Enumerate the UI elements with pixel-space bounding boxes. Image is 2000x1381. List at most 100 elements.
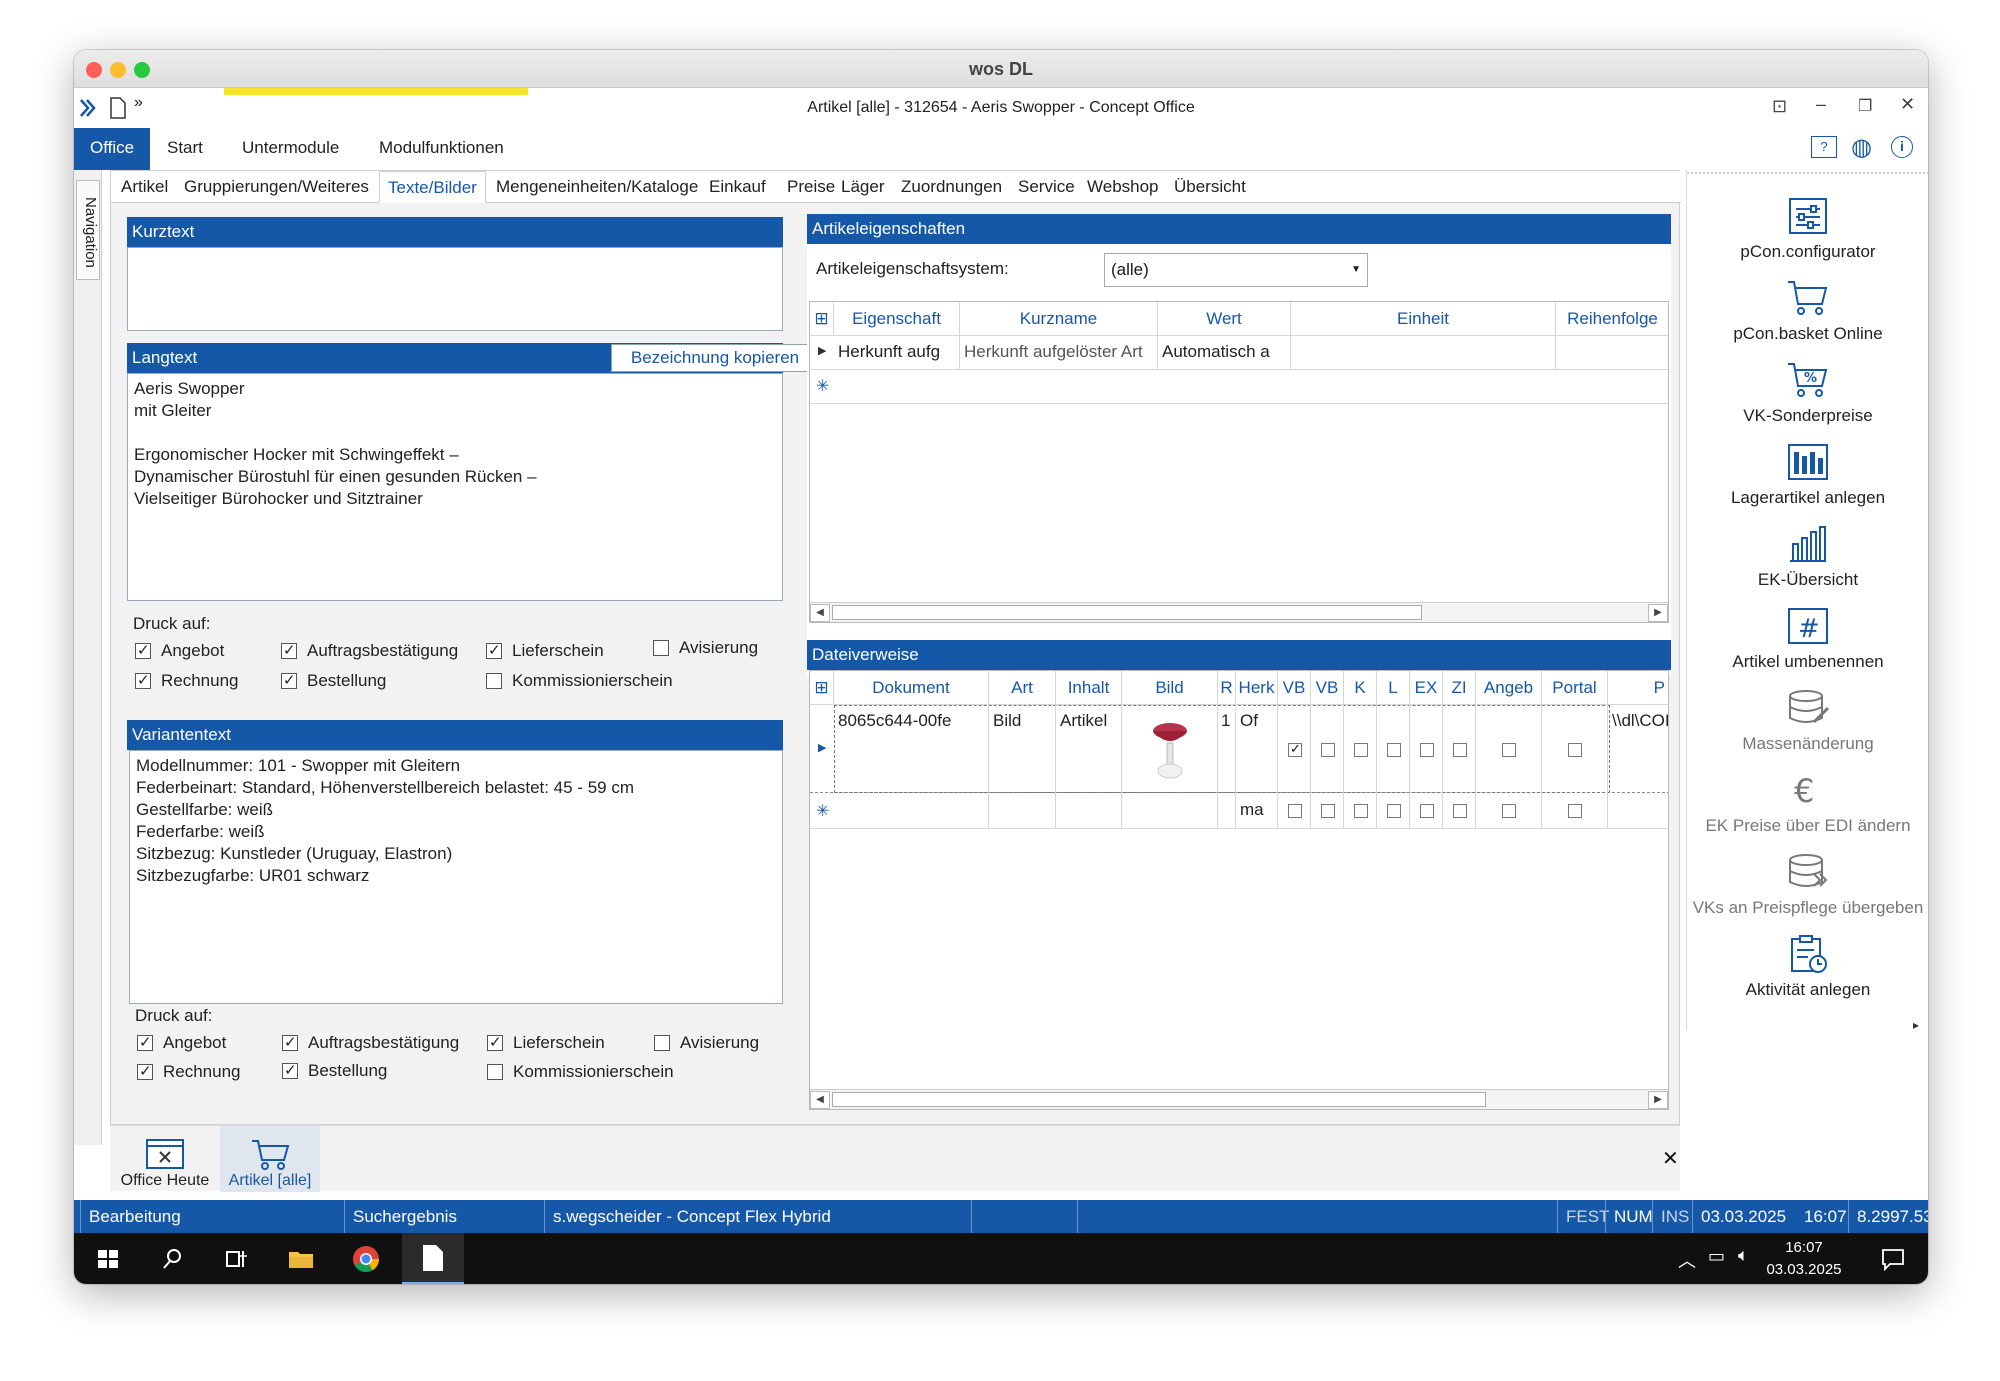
close-tab-icon[interactable]: ✕	[1662, 1146, 1679, 1171]
cell-wert[interactable]: Automatisch a	[1158, 336, 1291, 370]
tab-untermodule[interactable]: Untermodule	[242, 128, 339, 170]
ex-checkbox[interactable]	[1420, 743, 1434, 757]
notification-icon[interactable]	[1880, 1247, 1906, 1271]
restore-icon[interactable]: ❐	[1858, 96, 1872, 116]
tab-texte-bilder[interactable]: Texte/Bilder	[379, 171, 486, 203]
action-aktivitaet-anlegen[interactable]: Aktivität anlegen	[1687, 934, 1928, 1000]
col-reihenfolge[interactable]: Reihenfolge	[1556, 302, 1668, 336]
task-view-icon[interactable]	[220, 1243, 252, 1275]
table-row[interactable]: ▶ 8065c644-00fe Bild Artikel 1 Of ✓ \\dl…	[810, 705, 1668, 793]
print2-liefer-checkbox[interactable]	[487, 1033, 503, 1051]
file-explorer-icon[interactable]	[285, 1243, 317, 1275]
files-scroll-right-icon[interactable]: ▶	[1648, 1091, 1668, 1109]
cell-eigenschaft[interactable]: Herkunft aufg	[834, 336, 960, 370]
col-l[interactable]: L	[1377, 671, 1410, 705]
print-kommission-checkbox[interactable]	[486, 673, 502, 689]
copy-description-button[interactable]: Bezeichnung kopieren	[611, 344, 819, 372]
cell-herk[interactable]: Of	[1236, 705, 1278, 793]
l-checkbox[interactable]	[1387, 743, 1401, 757]
print2-angebot-checkbox[interactable]	[137, 1033, 153, 1051]
col-inhalt[interactable]: Inhalt	[1056, 671, 1122, 705]
cell-reihenfolge[interactable]	[1556, 336, 1668, 370]
k-checkbox[interactable]	[1354, 743, 1368, 757]
files-hscrollbar[interactable]: ◀ ▶	[810, 1089, 1668, 1109]
scroll-left-icon[interactable]: ◀	[810, 604, 830, 622]
col-herk[interactable]: Herk	[1236, 671, 1278, 705]
action-ek-uebersicht[interactable]: EK-Übersicht	[1687, 524, 1928, 590]
action-artikel-umbenennen[interactable]: # Artikel umbenennen	[1687, 606, 1928, 672]
table-row[interactable]: ▶ Herkunft aufg Herkunft aufgelöster Art…	[810, 336, 1668, 370]
tab-gruppierungen[interactable]: Gruppierungen/Weiteres	[184, 177, 369, 197]
col-k[interactable]: K	[1344, 671, 1377, 705]
variantentext-field[interactable]: Modellnummer: 101 - Swopper mit Gleitern…	[129, 750, 783, 1004]
col-kurzname[interactable]: Kurzname	[960, 302, 1158, 336]
windows-start-icon[interactable]	[92, 1243, 124, 1275]
tab-service[interactable]: Service	[1018, 177, 1075, 197]
col-art[interactable]: Art	[989, 671, 1056, 705]
angeb-checkbox[interactable]	[1502, 743, 1516, 757]
col-bild[interactable]: Bild	[1122, 671, 1218, 705]
new-cell-herk[interactable]: ma	[1236, 793, 1278, 829]
properties-hscrollbar[interactable]: ◀ ▶	[810, 602, 1668, 622]
action-massenaenderung[interactable]: Massenänderung	[1687, 688, 1928, 754]
col-eigenschaft[interactable]: Eigenschaft	[834, 302, 960, 336]
portal-checkbox[interactable]	[1568, 743, 1582, 757]
action-ek-preise-edi[interactable]: € EK Preise über EDI ändern	[1687, 770, 1928, 836]
help-icon[interactable]: ?	[1811, 136, 1837, 158]
col-r[interactable]: R	[1218, 671, 1236, 705]
chrome-icon[interactable]	[350, 1243, 382, 1275]
new-angeb-checkbox[interactable]	[1502, 804, 1516, 818]
property-system-select[interactable]: (alle) ▼	[1104, 253, 1368, 287]
new-row[interactable]: ✳ ma	[810, 793, 1668, 829]
column-chooser-icon[interactable]: ⊞	[810, 302, 834, 336]
col-einheit[interactable]: Einheit	[1291, 302, 1556, 336]
taskbar-active-app[interactable]	[402, 1233, 464, 1284]
col-wert[interactable]: Wert	[1158, 302, 1291, 336]
col-pfad[interactable]: P	[1608, 671, 1668, 705]
tab-artikel[interactable]: Artikel	[121, 177, 168, 197]
globe-icon[interactable]: ◍	[1851, 133, 1872, 162]
new-l-checkbox[interactable]	[1387, 804, 1401, 818]
col-vb-2[interactable]: VB	[1311, 671, 1344, 705]
langtext-field[interactable]: Aeris Swopper mit Gleiter Ergonomischer …	[127, 373, 783, 601]
col-portal[interactable]: Portal	[1542, 671, 1608, 705]
action-vk-sonderpreise[interactable]: % VK-Sonderpreise	[1687, 360, 1928, 426]
print-angebot-checkbox[interactable]	[135, 641, 151, 659]
network-icon[interactable]: ▭	[1708, 1246, 1725, 1267]
files-scroll-left-icon[interactable]: ◀	[810, 1091, 830, 1109]
new-vb1-checkbox[interactable]	[1288, 804, 1302, 818]
scroll-right-icon[interactable]: ▶	[1648, 604, 1668, 622]
taskbar-time[interactable]: 16:07	[1764, 1239, 1844, 1256]
zi-checkbox[interactable]	[1453, 743, 1467, 757]
vb2-checkbox[interactable]	[1321, 743, 1335, 757]
action-pcon-basket[interactable]: pCon.basket Online	[1687, 278, 1928, 344]
print2-auftrag-checkbox[interactable]	[282, 1033, 298, 1051]
tray-chevron-up-icon[interactable]: ︿	[1678, 1247, 1696, 1273]
cell-kurzname[interactable]: Herkunft aufgelöster Art	[960, 336, 1158, 370]
print2-kommission-checkbox[interactable]	[487, 1064, 503, 1080]
minimize-icon[interactable]: –	[1816, 94, 1826, 115]
new-ex-checkbox[interactable]	[1420, 804, 1434, 818]
print2-bestellung-checkbox[interactable]	[282, 1061, 298, 1079]
print2-avis-checkbox[interactable]	[654, 1035, 670, 1051]
files-scroll-thumb[interactable]	[832, 1092, 1486, 1107]
tab-laeger[interactable]: Läger	[841, 177, 884, 197]
col-zi[interactable]: ZI	[1443, 671, 1476, 705]
cell-pfad[interactable]: \\dl\COIn	[1608, 705, 1668, 793]
tab-start[interactable]: Start	[167, 128, 203, 170]
cell-einheit[interactable]	[1291, 336, 1556, 370]
print-rechnung-checkbox[interactable]	[135, 671, 151, 689]
tab-office[interactable]: Office	[74, 128, 151, 170]
tab-uebersicht[interactable]: Übersicht	[1174, 177, 1246, 197]
navigation-toggle[interactable]: Navigation	[76, 180, 100, 280]
tab-mengeneinheiten[interactable]: Mengeneinheiten/Kataloge	[496, 177, 698, 197]
panel-expand-icon[interactable]: ▸	[1913, 1018, 1919, 1032]
cell-dokument[interactable]: 8065c644-00fe	[834, 705, 989, 793]
tab-office-heute[interactable]: Office Heute	[110, 1126, 220, 1192]
ribbon-display-icon[interactable]: ⊡	[1772, 96, 1787, 117]
cell-art[interactable]: Bild	[989, 705, 1056, 793]
vb1-checkbox[interactable]	[1288, 741, 1302, 757]
print2-rechnung-checkbox[interactable]	[137, 1062, 153, 1080]
tab-einkauf[interactable]: Einkauf	[709, 177, 766, 197]
new-zi-checkbox[interactable]	[1453, 804, 1467, 818]
